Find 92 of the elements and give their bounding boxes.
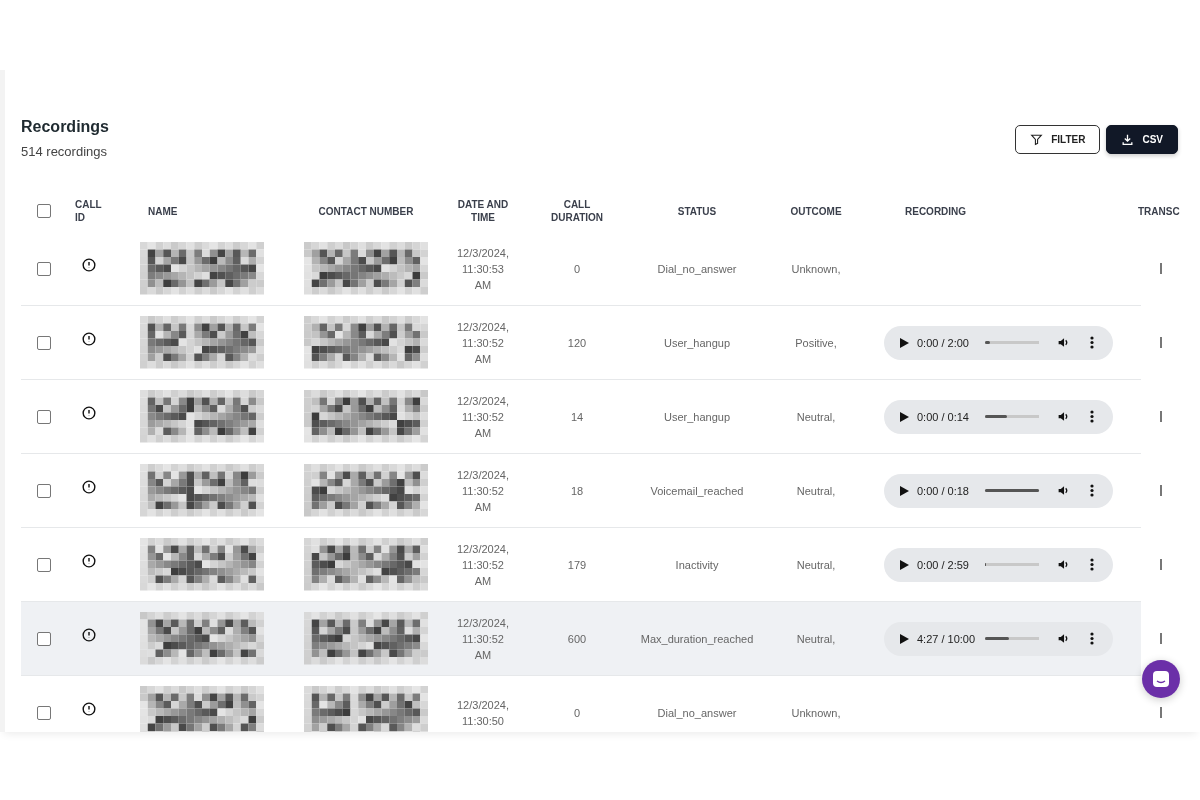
play-icon: [900, 559, 909, 570]
transcript-marker: [1160, 263, 1162, 274]
call-status: Inactivity: [675, 557, 719, 573]
column-header: RECORDING: [904, 204, 968, 218]
row-checkbox[interactable]: [36, 557, 51, 572]
alert-icon: [82, 257, 96, 272]
chat-icon: [1152, 670, 1170, 688]
volume-icon: [1057, 336, 1070, 349]
column-header: DATE AND TIME: [456, 198, 510, 224]
column-header: TRANSC: [1137, 204, 1180, 218]
alert-icon: [82, 627, 96, 642]
playback-time: 0:00 / 2:59: [917, 558, 970, 571]
call-duration: 600: [567, 631, 587, 647]
call-outcome: Unknown,: [791, 261, 841, 277]
page-title: Recordings: [21, 118, 109, 136]
volume-icon: [1057, 410, 1070, 423]
date-time: 12/3/2024, 11:30:53 AM: [456, 245, 510, 293]
date-time: 12/3/2024, 11:30:52 AM: [456, 467, 510, 515]
alert-icon: [82, 553, 96, 568]
column-header: CALL ID: [75, 198, 103, 224]
call-status: Voicemail_reached: [650, 483, 744, 499]
audio-player[interactable]: 4:27 / 10:00: [884, 621, 1113, 656]
call-status: Dial_no_answer: [657, 261, 737, 277]
transcript-marker: [1160, 411, 1162, 422]
call-duration: 0: [573, 261, 581, 277]
row-checkbox[interactable]: [36, 409, 51, 424]
playback-time: 4:27 / 10:00: [917, 632, 977, 645]
playback-time: 0:00 / 2:00: [917, 336, 970, 349]
more-icon: [1090, 336, 1094, 349]
call-status: User_hangup: [663, 409, 731, 425]
row-checkbox[interactable]: [36, 483, 51, 498]
call-status: Max_duration_reached: [640, 631, 754, 647]
transcript-marker: [1160, 485, 1162, 496]
transcript-marker: [1160, 633, 1162, 644]
csv-button[interactable]: CSV: [1106, 125, 1178, 154]
more-icon: [1090, 558, 1094, 571]
select-all-checkbox[interactable]: [36, 204, 51, 218]
alert-icon: [82, 331, 96, 346]
filter-icon: [1030, 133, 1044, 146]
call-outcome: Neutral,: [796, 409, 836, 425]
call-outcome: Neutral,: [796, 557, 836, 573]
play-icon: [900, 633, 909, 644]
alert-icon: [82, 405, 96, 420]
date-time: 12/3/2024, 11:30:52 AM: [456, 319, 510, 367]
call-status: Dial_no_answer: [657, 705, 737, 721]
alert-icon: [82, 701, 96, 716]
column-header: CONTACT NUMBER: [318, 204, 414, 218]
call-duration: 0: [573, 705, 581, 721]
more-icon: [1090, 484, 1094, 497]
playback-time: 0:00 / 0:18: [917, 484, 970, 497]
call-outcome: Neutral,: [796, 483, 836, 499]
row-checkbox[interactable]: [36, 631, 51, 646]
transcript-marker: [1160, 707, 1162, 718]
date-time: 12/3/2024, 11:30:52 AM: [456, 615, 510, 663]
call-outcome: Unknown,: [791, 705, 841, 721]
download-icon: [1121, 133, 1135, 146]
call-duration: 14: [570, 409, 584, 425]
transcript-marker: [1160, 337, 1162, 348]
playback-time: 0:00 / 0:14: [917, 410, 970, 423]
call-outcome: Positive,: [795, 335, 837, 351]
column-header: NAME: [147, 204, 179, 218]
row-checkbox[interactable]: [36, 335, 51, 350]
audio-player[interactable]: 0:00 / 0:18: [884, 473, 1113, 508]
call-outcome: Neutral,: [796, 631, 836, 647]
call-duration: 179: [567, 557, 587, 573]
filter-button[interactable]: FILTER: [1015, 125, 1101, 154]
play-icon: [900, 485, 909, 496]
recording-count: 514 recordings: [21, 144, 108, 159]
volume-icon: [1057, 558, 1070, 571]
column-header: OUTCOME: [790, 204, 842, 218]
date-time: 12/3/2024, 11:30:52 AM: [456, 541, 510, 589]
volume-icon: [1057, 484, 1070, 497]
row-checkbox[interactable]: [36, 261, 51, 276]
more-icon: [1090, 410, 1094, 423]
chat-button[interactable]: [1142, 660, 1180, 698]
audio-player[interactable]: 0:00 / 2:59: [884, 547, 1113, 582]
column-header: STATUS: [677, 204, 717, 218]
call-duration: 120: [567, 335, 587, 351]
alert-icon: [82, 479, 96, 494]
audio-player[interactable]: 0:00 / 2:00: [884, 325, 1113, 360]
play-icon: [900, 337, 909, 348]
date-time: 12/3/2024, 11:30:50: [456, 697, 510, 729]
column-header: CALL DURATION: [550, 198, 604, 224]
call-duration: 18: [570, 483, 584, 499]
call-status: User_hangup: [663, 335, 731, 351]
date-time: 12/3/2024, 11:30:52 AM: [456, 393, 510, 441]
transcript-marker: [1160, 559, 1162, 570]
more-icon: [1090, 632, 1094, 645]
row-checkbox[interactable]: [36, 705, 51, 720]
audio-player[interactable]: 0:00 / 0:14: [884, 399, 1113, 434]
play-icon: [900, 411, 909, 422]
volume-icon: [1057, 632, 1070, 645]
